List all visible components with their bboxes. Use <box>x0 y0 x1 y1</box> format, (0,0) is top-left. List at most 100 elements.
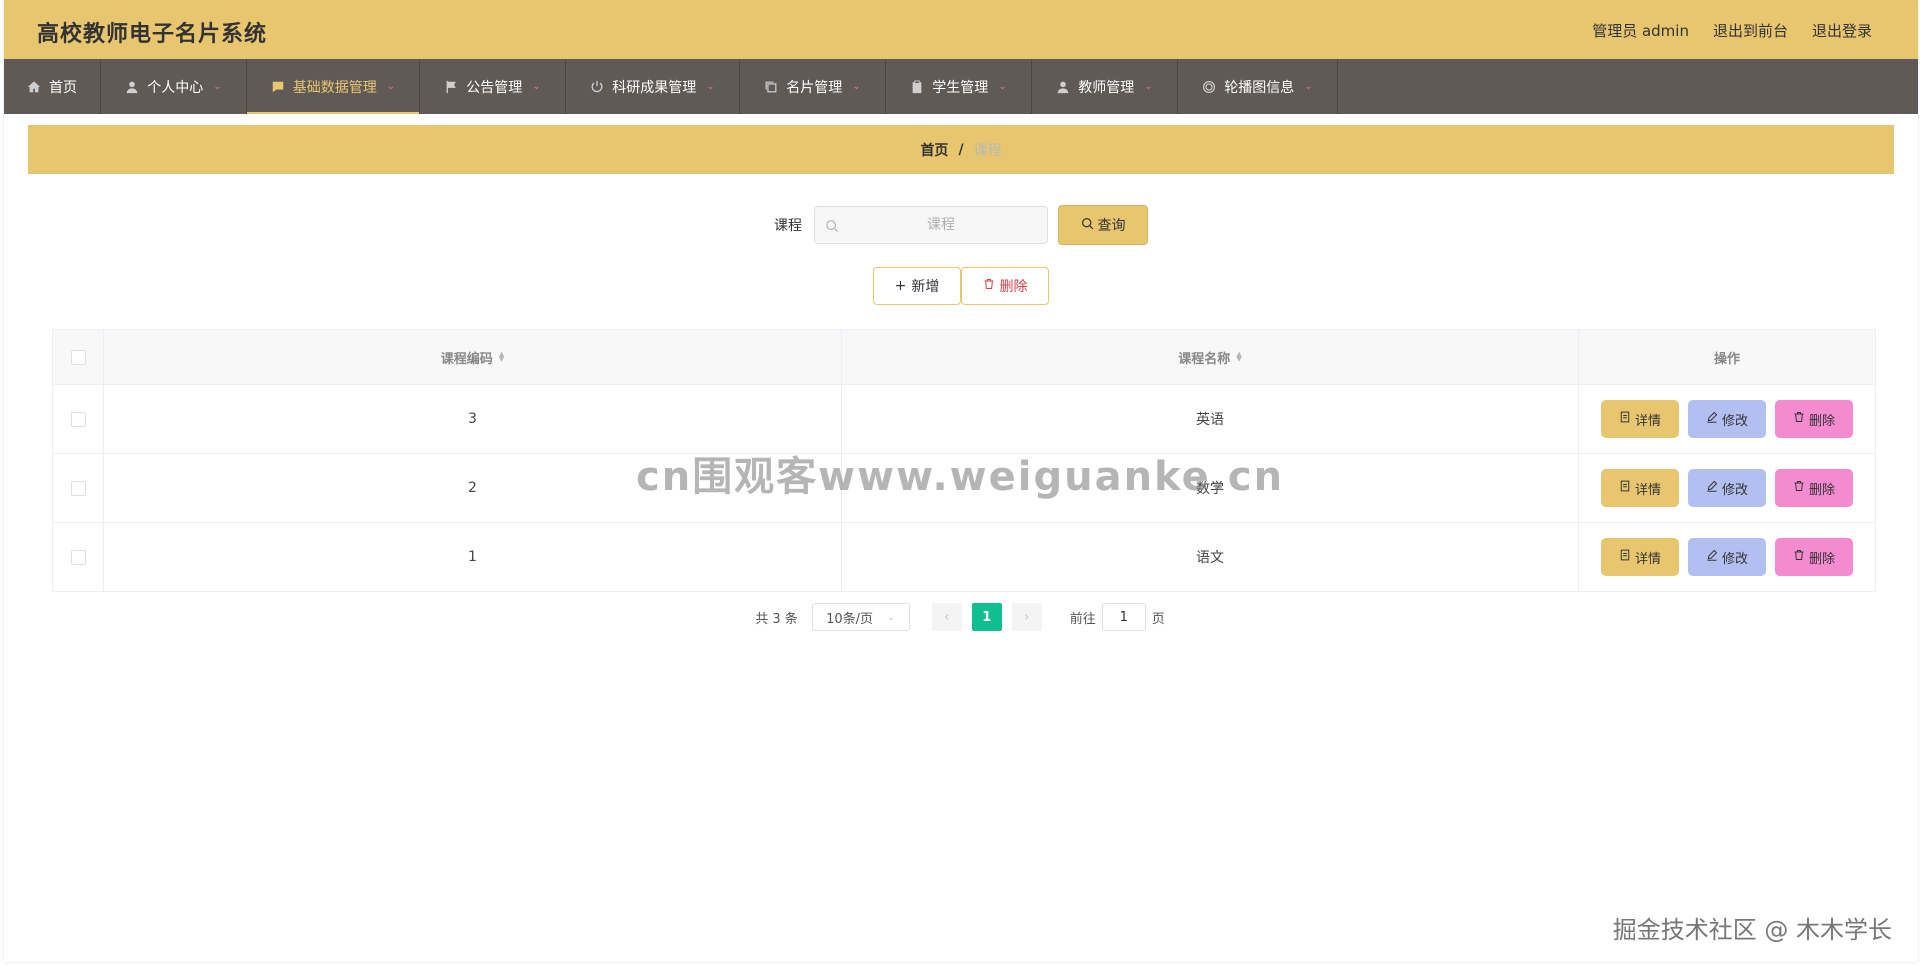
breadcrumb-home[interactable]: 首页 <box>920 140 948 160</box>
detail-label: 详情 <box>1634 482 1661 498</box>
top-header: 高校教师电子名片系统 管理员 admin 退出到前台 退出登录 <box>4 0 1918 59</box>
pagination: 共 3 条 10条/页 ⌄ ‹ 1 › 前往 页 <box>0 603 1920 631</box>
delete-button[interactable]: 删除 <box>1775 400 1853 438</box>
nav-item-personal[interactable]: 个人中心 ⌄ <box>101 59 247 114</box>
admin-label[interactable]: 管理员 admin <box>1592 20 1689 41</box>
page-size-value: 10条/页 <box>826 611 874 627</box>
detail-button[interactable]: 详情 <box>1601 469 1679 507</box>
row-check-cell <box>53 454 104 522</box>
row-checkbox[interactable] <box>70 549 86 565</box>
home-icon <box>27 80 41 94</box>
goto-suffix: 页 <box>1151 611 1165 627</box>
back-to-front-link[interactable]: 退出到前台 <box>1713 20 1788 41</box>
nav-label: 名片管理 <box>786 79 843 96</box>
detail-button[interactable]: 详情 <box>1601 538 1679 576</box>
query-button[interactable]: 查询 <box>1058 205 1148 245</box>
edit-button[interactable]: 修改 <box>1688 469 1766 507</box>
nav-label: 首页 <box>49 79 77 96</box>
nav-item-carousel[interactable]: 轮播图信息 ⌄ <box>1178 59 1338 114</box>
edit-label: 修改 <box>1721 413 1748 429</box>
batch-delete-button[interactable]: 删除 <box>961 267 1049 305</box>
search-label: 课程 <box>774 218 802 234</box>
delete-button[interactable]: 删除 <box>1775 538 1853 576</box>
chevron-down-icon: ⌄ <box>887 611 896 623</box>
chevron-down-icon: ⌄ <box>532 81 541 92</box>
search-input[interactable] <box>815 207 1047 243</box>
power-icon <box>590 80 604 94</box>
chevron-down-icon: ⌄ <box>213 81 222 92</box>
cell-code: 2 <box>104 454 842 522</box>
trash-icon <box>983 278 995 294</box>
logout-link[interactable]: 退出登录 <box>1812 20 1872 41</box>
cell-code: 3 <box>104 385 842 453</box>
header-code-label: 课程编码 <box>440 351 493 367</box>
chevron-down-icon: ⌄ <box>386 81 396 92</box>
action-buttons: + 新增 删除 <box>28 267 1894 305</box>
sort-icon[interactable]: ▲ ▼ <box>1236 351 1241 363</box>
document-icon <box>1619 411 1631 427</box>
edit-label: 修改 <box>1721 482 1748 498</box>
nav-label: 基础数据管理 <box>292 79 377 96</box>
app-title: 高校教师电子名片系统 <box>37 22 268 47</box>
edit-button[interactable]: 修改 <box>1688 400 1766 438</box>
delete-label: 删除 <box>1808 482 1835 498</box>
plus-icon: + <box>894 278 907 294</box>
nav-item-card[interactable]: 名片管理 ⌄ <box>740 59 886 114</box>
chevron-down-icon: ⌄ <box>706 81 715 92</box>
header-code[interactable]: 课程编码 ▲ ▼ <box>104 330 842 384</box>
query-button-label: 查询 <box>1097 218 1126 234</box>
edit-button[interactable]: 修改 <box>1688 538 1766 576</box>
document-icon <box>1619 480 1631 496</box>
row-checkbox[interactable] <box>70 411 86 427</box>
cell-ops: 详情 修改 删除 <box>1579 454 1875 522</box>
select-all-checkbox[interactable] <box>70 349 86 365</box>
message-icon <box>271 80 285 94</box>
nav-item-research[interactable]: 科研成果管理 ⌄ <box>566 59 740 114</box>
detail-button[interactable]: 详情 <box>1601 400 1679 438</box>
flag-icon <box>444 80 458 94</box>
table-row: 2 数学 详情 修改 删除 <box>53 454 1875 523</box>
search-icon <box>825 218 839 233</box>
goto-page-input[interactable] <box>1101 603 1146 631</box>
trash-icon <box>1793 549 1805 565</box>
nav-item-student[interactable]: 学生管理 ⌄ <box>886 59 1032 114</box>
trash-icon <box>1793 411 1805 427</box>
nav-item-basic-data[interactable]: 基础数据管理 ⌄ <box>247 59 420 114</box>
copy-icon <box>764 80 778 94</box>
search-bar: 课程 查询 <box>28 205 1894 245</box>
cell-ops: 详情 修改 删除 <box>1579 385 1875 453</box>
detail-label: 详情 <box>1634 551 1661 567</box>
table-header: 课程编码 ▲ ▼ 课程名称 ▲ ▼ 操作 <box>53 330 1875 385</box>
row-check-cell <box>53 523 104 591</box>
course-table: 课程编码 ▲ ▼ 课程名称 ▲ ▼ 操作 3 英语 详情 修改 删除 2 数学 … <box>52 329 1876 592</box>
document-icon <box>1619 549 1631 565</box>
delete-button[interactable]: 删除 <box>1775 469 1853 507</box>
nav-item-notice[interactable]: 公告管理 ⌄ <box>420 59 566 114</box>
cell-name: 语文 <box>842 523 1579 591</box>
cell-name: 英语 <box>842 385 1579 453</box>
page-size-select[interactable]: 10条/页 ⌄ <box>811 603 910 631</box>
pagination-total: 共 3 条 <box>755 611 798 627</box>
sort-icon[interactable]: ▲ ▼ <box>499 351 504 363</box>
user-icon <box>1056 80 1070 94</box>
next-page-button[interactable]: › <box>1011 603 1042 631</box>
chevron-down-icon: ⌄ <box>998 81 1007 92</box>
breadcrumb: 首页 / 课程 <box>28 125 1894 174</box>
chevron-right-icon: › <box>1024 609 1030 625</box>
prev-page-button[interactable]: ‹ <box>931 603 962 631</box>
row-check-cell <box>53 385 104 453</box>
header-name[interactable]: 课程名称 ▲ ▼ <box>842 330 1579 384</box>
nav-item-teacher[interactable]: 教师管理 ⌄ <box>1032 59 1178 114</box>
app-window: 高校教师电子名片系统 管理员 admin 退出到前台 退出登录 首页 个人中心 … <box>4 0 1918 962</box>
row-checkbox[interactable] <box>70 480 86 496</box>
nav-label: 科研成果管理 <box>612 79 697 96</box>
pencil-icon <box>1706 549 1718 565</box>
add-button[interactable]: + 新增 <box>873 267 961 305</box>
header-actions: 管理员 admin 退出到前台 退出登录 <box>1592 20 1872 41</box>
header-name-label: 课程名称 <box>1178 351 1231 367</box>
nav-item-home[interactable]: 首页 <box>4 59 101 114</box>
user-icon <box>125 80 139 94</box>
page-number[interactable]: 1 <box>971 603 1002 631</box>
nav-label: 公告管理 <box>466 79 523 96</box>
delete-label: 删除 <box>1808 551 1835 567</box>
